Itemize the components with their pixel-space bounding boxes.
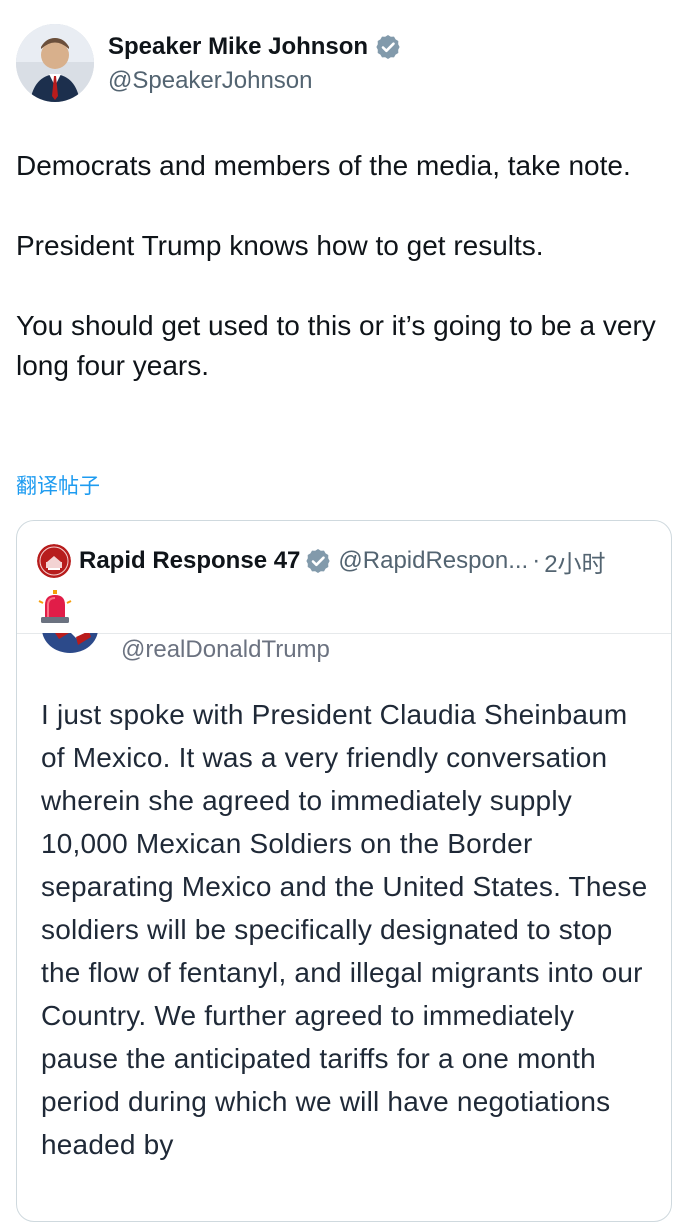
quoted-author-handle[interactable]: @RapidRespon...	[338, 547, 528, 575]
quoted-time[interactable]: 2小时	[544, 544, 605, 579]
tweet-text: Democrats and members of the media, take…	[16, 146, 656, 426]
verified-badge-icon	[376, 35, 400, 59]
tweet-paragraph-2: President Trump knows how to get results…	[16, 230, 544, 261]
author-display-name[interactable]: Speaker Mike Johnson	[108, 32, 368, 62]
quoted-author-name[interactable]: Rapid Response 47	[79, 547, 300, 575]
quoted-verified-badge-icon	[306, 549, 331, 573]
tweet-paragraph-3: You should get used to this or it’s goin…	[16, 310, 656, 381]
quoted-screenshot: @realDonaldTrump I just spoke with Presi…	[17, 633, 671, 1221]
quoted-inner-text: I just spoke with President Claudia Shei…	[41, 699, 648, 1160]
author-avatar[interactable]	[16, 24, 94, 102]
translate-post-link[interactable]: 翻译帖子	[16, 473, 100, 501]
quoted-separator: ·	[532, 547, 541, 574]
seal-logo-icon	[37, 544, 71, 578]
siren-icon	[37, 589, 73, 625]
quoted-tweet-card[interactable]: Rapid Response 47 @RapidRespon... · 2小时	[16, 520, 672, 1222]
flag-avatar-icon	[41, 633, 99, 655]
tweet-paragraph-1: Democrats and members of the media, take…	[16, 150, 631, 181]
author-name-row: Speaker Mike Johnson	[108, 32, 400, 62]
person-avatar-icon	[16, 24, 94, 102]
quoted-author-avatar[interactable]	[37, 544, 71, 578]
quoted-screenshot-divider	[17, 633, 671, 634]
tweet-header: Speaker Mike Johnson @SpeakerJohnson	[16, 24, 666, 104]
quoted-inner-handle: @realDonaldTrump	[121, 636, 330, 663]
quoted-tweet-header: Rapid Response 47 @RapidRespon... · 2小时	[37, 544, 657, 579]
author-handle[interactable]: @SpeakerJohnson	[108, 66, 313, 96]
